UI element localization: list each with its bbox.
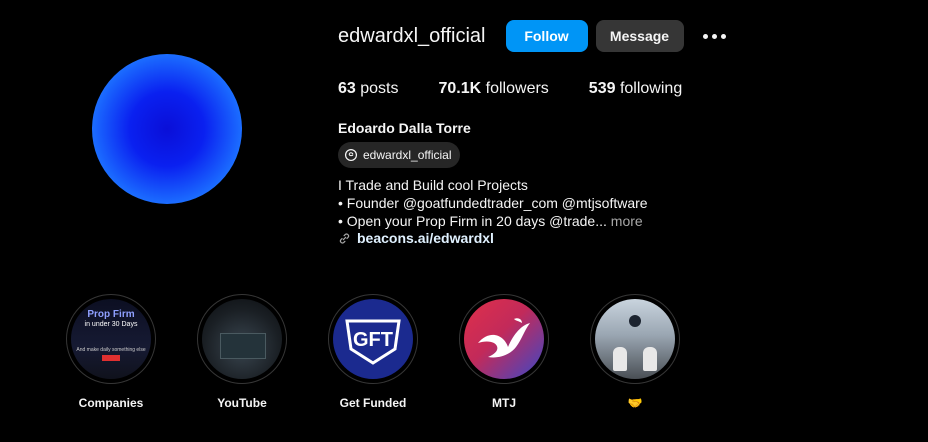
highlight-ring [197, 294, 287, 384]
following-count: 539 [588, 80, 616, 97]
profile-link[interactable]: beacons.ai/edwardxl [338, 230, 494, 246]
profile-avatar[interactable] [92, 54, 242, 204]
highlight-ring [459, 294, 549, 384]
follow-button[interactable]: Follow [505, 20, 588, 52]
highlight-ring: Prop Firm in under 30 Days And make dail… [66, 294, 156, 384]
following-label: following [619, 80, 683, 97]
highlight-mtj[interactable]: MTJ [455, 294, 553, 412]
gft-logo-icon: GFT [345, 319, 401, 365]
threads-handle: edwardxl_official [363, 148, 452, 162]
message-button[interactable]: Message [595, 20, 684, 52]
thumbnail-text: And make daily something else [76, 347, 146, 353]
highlight-label: MTJ [492, 396, 516, 410]
profile-header: edwardxl_official Follow Message [338, 20, 730, 52]
thumbnail-badge [102, 355, 120, 361]
highlight-handshake[interactable]: 🤝 [586, 294, 684, 412]
username: edwardxl_official [338, 24, 486, 47]
full-name: Edoardo Dalla Torre [338, 120, 471, 136]
highlight-thumbnail: Prop Firm in under 30 Days And make dail… [71, 299, 151, 379]
highlight-youtube[interactable]: YouTube [193, 294, 291, 412]
highlight-thumbnail [202, 299, 282, 379]
more-options-icon[interactable] [700, 20, 730, 52]
highlight-get-funded[interactable]: GFT Get Funded [324, 294, 422, 412]
thumbnail-person [613, 347, 627, 371]
highlight-ring [590, 294, 680, 384]
followers-stat[interactable]: 70.1K followers [439, 80, 549, 98]
followers-count: 70.1K [438, 80, 482, 97]
highlight-companies[interactable]: Prop Firm in under 30 Days And make dail… [62, 294, 160, 412]
profile-stats: 63 posts 70.1K followers 539 following [338, 80, 722, 98]
phoenix-logo-icon [478, 318, 530, 358]
posts-count: 63 [338, 80, 356, 97]
gft-logo-text: GFT [353, 329, 393, 351]
thumbnail-logo [629, 315, 641, 327]
highlight-label: Companies [78, 396, 144, 410]
story-highlights: Prop Firm in under 30 Days And make dail… [62, 294, 717, 412]
highlight-thumbnail: GFT [333, 299, 413, 379]
highlight-thumbnail [464, 299, 544, 379]
more-link[interactable]: more [611, 213, 643, 229]
bio-line: • Founder @goatfundedtrader_com @mtjsoft… [338, 195, 648, 211]
highlight-ring: GFT [328, 294, 418, 384]
link-text: beacons.ai/edwardxl [357, 230, 494, 246]
posts-label: posts [360, 80, 399, 97]
thumbnail-subtitle: in under 30 Days [84, 321, 138, 328]
threads-icon [344, 148, 358, 162]
posts-stat: 63 posts [338, 80, 399, 98]
highlight-label: 🤝 [627, 396, 643, 410]
threads-badge[interactable]: edwardxl_official [338, 142, 460, 168]
highlight-label: YouTube [217, 396, 267, 410]
followers-label: followers [485, 80, 549, 97]
bio-line: I Trade and Build cool Projects [338, 177, 528, 193]
link-icon [339, 232, 350, 244]
following-stat[interactable]: 539 following [589, 80, 682, 98]
thumbnail-person [643, 347, 657, 371]
bio-line: • Open your Prop Firm in 20 days @trade.… [338, 213, 607, 229]
thumbnail-screen [220, 333, 266, 359]
bio: I Trade and Build cool Projects • Founde… [338, 176, 648, 230]
bio-line-with-more: • Open your Prop Firm in 20 days @trade.… [338, 212, 648, 230]
thumbnail-title: Prop Firm [87, 309, 135, 320]
highlight-label: Get Funded [339, 396, 407, 410]
highlight-thumbnail [595, 299, 675, 379]
